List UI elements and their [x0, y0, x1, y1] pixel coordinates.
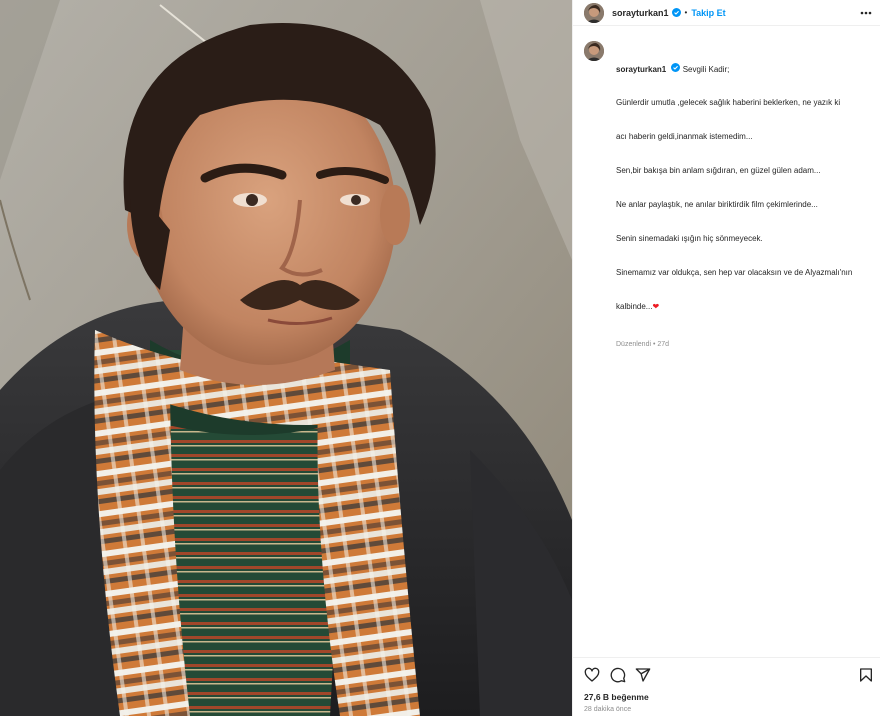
caption-line-1: sorayturkan1 Sevgili Kadir;	[616, 62, 874, 75]
caption-meta: Düzenlendi • 27d	[616, 341, 874, 348]
caption-line: acı haberin geldi,inanmak istemedim...	[616, 132, 753, 142]
username[interactable]: sorayturkan1	[612, 8, 669, 18]
follow-button[interactable]: Takip Et	[691, 8, 725, 18]
edited-label: Düzenlendi	[616, 340, 652, 348]
post-actions	[584, 667, 874, 685]
caption-line-last: kalbinde...❤	[616, 301, 874, 312]
post-photo[interactable]	[0, 0, 572, 716]
post-image	[0, 0, 572, 716]
avatar-image	[584, 2, 604, 23]
more-options-icon[interactable]	[859, 6, 873, 20]
post-side-panel: sorayturkan1 • Takip Et sorayturkan1 Sev…	[572, 0, 880, 716]
caption-line: Ne anlar paylaştık, ne anılar biriktirdi…	[616, 200, 818, 210]
red-heart-emoji: ❤	[652, 301, 660, 311]
caption-body: sorayturkan1 Sevgili Kadir; Günlerdir um…	[616, 40, 874, 348]
edited-age[interactable]: 27d	[657, 341, 669, 348]
likes-count[interactable]: 27,6 B beğenme	[584, 692, 649, 702]
caption-line: Günlerdir umutla ,gelecek sağlık haberin…	[616, 98, 841, 108]
meta-separator: •	[652, 340, 656, 348]
post-timestamp[interactable]: 28 dakika önce	[584, 706, 631, 713]
post-header: sorayturkan1 • Takip Et	[573, 0, 880, 26]
caption-line: Sen,bir bakışa bin anlam sığdıran, en gü…	[616, 166, 821, 176]
separator-dot: •	[684, 8, 688, 17]
caption-username[interactable]: sorayturkan1	[616, 65, 666, 74]
heart-icon[interactable]	[584, 667, 600, 683]
verified-badge-icon	[671, 8, 681, 17]
actions-divider	[573, 657, 880, 658]
post-caption: sorayturkan1 Sevgili Kadir; Günlerdir um…	[584, 40, 874, 348]
avatar[interactable]	[584, 2, 604, 23]
avatar-image	[584, 41, 604, 61]
caption-line: Sinemamız var oldukça, sen hep var olaca…	[616, 267, 853, 277]
verified-badge-icon	[671, 62, 681, 72]
caption-avatar[interactable]	[584, 41, 604, 61]
share-icon[interactable]	[635, 667, 651, 683]
caption-line: Senin sinemadaki ışığın hiç sönmeyecek.	[616, 234, 763, 244]
bookmark-icon[interactable]	[858, 667, 874, 683]
caption-line: kalbinde...	[616, 301, 653, 311]
caption-greeting: Sevgili Kadir;	[682, 64, 730, 74]
caption-text: sorayturkan1 Sevgili Kadir; Günlerdir um…	[616, 40, 874, 335]
comment-icon[interactable]	[610, 667, 626, 683]
